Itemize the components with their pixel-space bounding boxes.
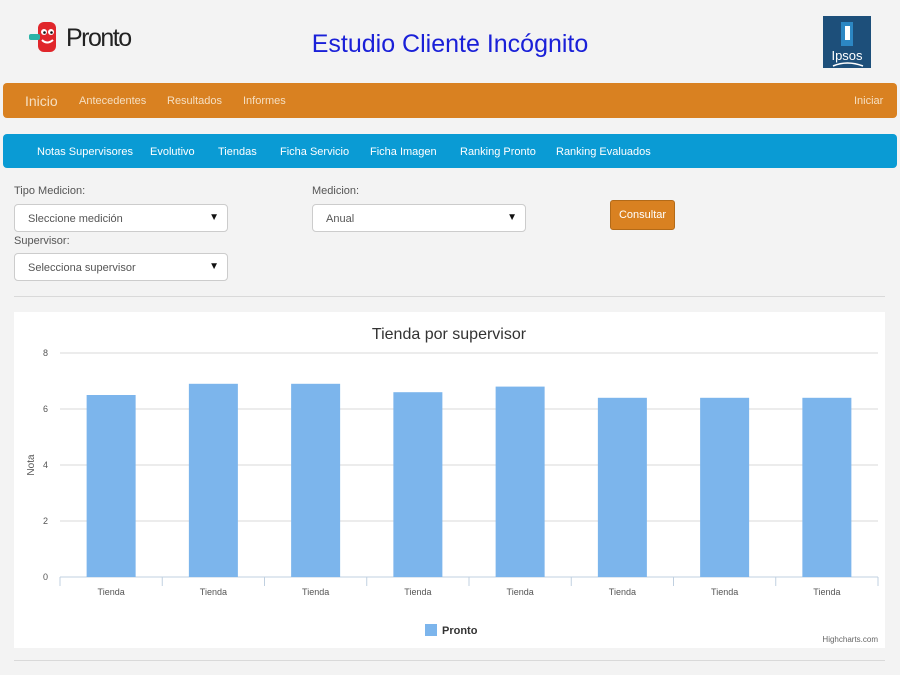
subnav-tiendas[interactable]: Tiendas bbox=[218, 146, 257, 158]
subnav-ficha-servicio[interactable]: Ficha Servicio bbox=[280, 146, 349, 158]
bar bbox=[700, 397, 750, 577]
y-tick-label: 8 bbox=[43, 348, 48, 358]
legend-label: Pronto bbox=[442, 625, 478, 637]
bar bbox=[86, 395, 136, 577]
x-tick-label: Tienda bbox=[813, 587, 840, 597]
chart-svg: Tienda por supervisor 0 2 4 6 8 Nota Tienda Tien… bbox=[26, 326, 879, 644]
y-axis-label: Nota bbox=[26, 454, 37, 476]
chevron-down-icon: ▼ bbox=[507, 212, 517, 223]
supervisor-chart: Tienda por supervisor 0 2 4 6 8 Nota Tienda Tien… bbox=[14, 312, 885, 648]
supervisor-select[interactable]: Selecciona supervisor ▼ bbox=[14, 253, 228, 281]
bar bbox=[495, 386, 545, 577]
subnav-ranking-evaluados[interactable]: Ranking Evaluados bbox=[556, 146, 651, 158]
y-tick-label: 0 bbox=[43, 572, 48, 582]
y-tick-label: 4 bbox=[43, 460, 48, 470]
sub-navbar: Notas Supervisores Evolutivo Tiendas Fic… bbox=[3, 134, 897, 168]
legend-swatch bbox=[425, 624, 437, 636]
x-tick-label: Tienda bbox=[609, 587, 636, 597]
tipo-medicion-label: Tipo Medicion: bbox=[14, 185, 86, 197]
divider bbox=[14, 296, 885, 297]
page-title: Estudio Cliente Incógnito bbox=[311, 30, 589, 58]
bar bbox=[291, 383, 341, 577]
y-tick-label: 2 bbox=[43, 516, 48, 526]
medicion-label: Medicion: bbox=[312, 185, 360, 197]
consultar-button[interactable]: Consultar bbox=[610, 200, 675, 230]
nav-inicio[interactable]: Inicio bbox=[25, 93, 58, 109]
tipo-medicion-select[interactable]: Sleccione medición ▼ bbox=[14, 204, 228, 232]
chart-credits: Highcharts.com bbox=[822, 635, 878, 644]
top-navbar: Inicio Antecedentes Resultados Informes … bbox=[3, 83, 897, 118]
ipsos-logo: Ipsos bbox=[823, 16, 871, 68]
bar bbox=[188, 383, 238, 577]
chart-title: Tienda por supervisor bbox=[372, 326, 527, 343]
medicion-select[interactable]: Anual ▼ bbox=[312, 204, 526, 232]
bar bbox=[802, 397, 852, 577]
nav-informes[interactable]: Informes bbox=[243, 95, 286, 107]
subnav-evolutivo[interactable]: Evolutivo bbox=[150, 146, 195, 158]
bar bbox=[393, 392, 443, 577]
y-tick-label: 6 bbox=[43, 404, 48, 414]
subnav-ranking-pronto[interactable]: Ranking Pronto bbox=[460, 146, 536, 158]
subnav-notas-supervisores[interactable]: Notas Supervisores bbox=[37, 146, 133, 158]
nav-antecedentes[interactable]: Antecedentes bbox=[79, 95, 146, 107]
medicion-value: Anual bbox=[326, 213, 355, 225]
x-tick-label: Tienda bbox=[404, 587, 431, 597]
x-tick-label: Tienda bbox=[200, 587, 227, 597]
divider bbox=[14, 660, 885, 661]
subnav-ficha-imagen[interactable]: Ficha Imagen bbox=[370, 146, 437, 158]
nav-resultados[interactable]: Resultados bbox=[167, 95, 222, 107]
bar bbox=[597, 397, 647, 577]
login-link[interactable]: Iniciar bbox=[854, 95, 883, 107]
x-tick-label: Tienda bbox=[711, 587, 738, 597]
x-tick-label: Tienda bbox=[507, 587, 534, 597]
x-tick-label: Tienda bbox=[98, 587, 125, 597]
tipo-medicion-value: Sleccione medición bbox=[28, 213, 123, 225]
supervisor-label: Supervisor: bbox=[14, 235, 70, 247]
app-header: Pronto Estudio Cliente Incógnito Ipsos bbox=[0, 0, 900, 82]
chevron-down-icon: ▼ bbox=[209, 261, 219, 272]
x-tick-label: Tienda bbox=[302, 587, 329, 597]
ipsos-logo-text: Ipsos bbox=[831, 48, 863, 63]
supervisor-value: Selecciona supervisor bbox=[28, 262, 136, 274]
chevron-down-icon: ▼ bbox=[209, 212, 219, 223]
